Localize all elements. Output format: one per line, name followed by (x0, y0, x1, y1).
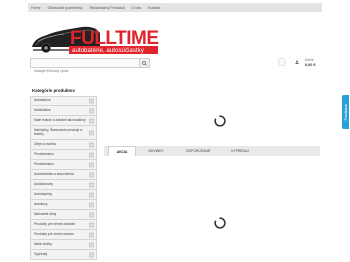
loading-spinner-icon (214, 115, 226, 127)
tab-akcia[interactable]: AKCIA (108, 146, 136, 156)
account-button[interactable] (293, 58, 301, 66)
wishlist-button[interactable]: ♡ (278, 58, 286, 66)
category-item[interactable]: Autodoplnky › (30, 190, 97, 200)
heart-icon: ♡ (280, 59, 284, 65)
chevron-right-icon[interactable]: › (89, 152, 94, 157)
nav-link-home[interactable]: Home (31, 6, 41, 10)
feedback-tab[interactable]: Feedback (342, 95, 349, 129)
cart-label[interactable]: Košík (305, 58, 313, 62)
category-item[interactable]: Naše služby › (30, 240, 97, 250)
category-item[interactable]: Produkty pre zimnú sezónu › (30, 230, 97, 240)
category-item[interactable]: Mobilabílne › (30, 106, 97, 116)
chevron-right-icon[interactable]: › (89, 252, 94, 257)
category-item[interactable]: Výpredaj › (30, 250, 97, 260)
loading-spinner-icon (214, 217, 226, 229)
feedback-label: Feedback (343, 103, 348, 121)
tab-novinky[interactable]: NOVINKY (136, 146, 176, 156)
top-navigation: Home Obchodné podmienky Reklamačný Poria… (28, 3, 322, 12)
chevron-right-icon[interactable]: › (89, 162, 94, 167)
category-item[interactable]: Autožiarovky › (30, 180, 97, 190)
category-list: Autokabíne › Mobilabílne › Malé trakcie a … (30, 96, 97, 260)
chevron-right-icon[interactable]: › (89, 232, 94, 237)
chevron-right-icon[interactable]: › (89, 118, 94, 123)
chevron-right-icon[interactable]: › (89, 222, 94, 227)
chevron-right-icon[interactable]: › (89, 212, 94, 217)
search-input[interactable] (31, 67, 137, 75)
chevron-right-icon[interactable]: › (89, 192, 94, 197)
chevron-right-icon[interactable]: › (89, 142, 94, 147)
logo-tagline: autobatérie, autosúčiastky (72, 47, 145, 54)
chevron-right-icon[interactable]: › (89, 98, 94, 104)
nav-link-returns[interactable]: Reklamačný Poriadok (90, 6, 125, 10)
chevron-right-icon[interactable]: › (89, 108, 94, 113)
category-item[interactable]: Príslušenstvo › (30, 160, 97, 170)
category-item[interactable]: Autoelektrika a autochémia › (30, 170, 97, 180)
category-item[interactable]: Nabíjačky, Štartovacie prístroje a teste… (30, 126, 97, 140)
category-item[interactable]: Malé trakcie a záložné akumulátory › (30, 116, 97, 126)
product-tabs: AKCIA NOVINKY ODPORÚČANÉ VÝPREDAJ (104, 146, 320, 156)
category-item[interactable]: Autokabíne › (30, 96, 97, 106)
user-icon (295, 60, 299, 64)
category-item[interactable]: Produkty pre zimné obdobie › (30, 220, 97, 230)
categories-title: Kategórie produktov (32, 88, 75, 93)
logo-text: FULLTIME (70, 28, 159, 49)
category-item[interactable]: Oleje a maziva › (30, 140, 97, 150)
nav-link-about[interactable]: O nás (132, 6, 142, 10)
category-item[interactable]: Náhradné diely › (30, 210, 97, 220)
nav-link-contact[interactable]: Kontakt (148, 6, 160, 10)
site-logo[interactable]: FULLTIME autobatérie, autosúčiastky (30, 17, 160, 60)
search-icon (142, 60, 147, 66)
nav-link-terms[interactable]: Obchodné podmienky (48, 6, 83, 10)
tab-vypredaj[interactable]: VÝPREDAJ (220, 146, 260, 156)
chevron-right-icon[interactable]: › (89, 172, 94, 177)
chevron-right-icon[interactable]: › (89, 242, 94, 247)
chevron-right-icon[interactable]: › (89, 202, 94, 207)
search-box (30, 58, 150, 75)
chevron-right-icon[interactable]: › (89, 182, 94, 187)
cart-total[interactable]: 0,00 € (305, 63, 316, 67)
category-item[interactable]: Príslušenstvo › (30, 150, 97, 160)
category-item[interactable]: Autokozy › (30, 200, 97, 210)
tab-odporucane[interactable]: ODPORÚČANÉ (176, 146, 220, 156)
search-button[interactable] (139, 59, 149, 67)
chevron-right-icon[interactable]: › (89, 130, 94, 135)
